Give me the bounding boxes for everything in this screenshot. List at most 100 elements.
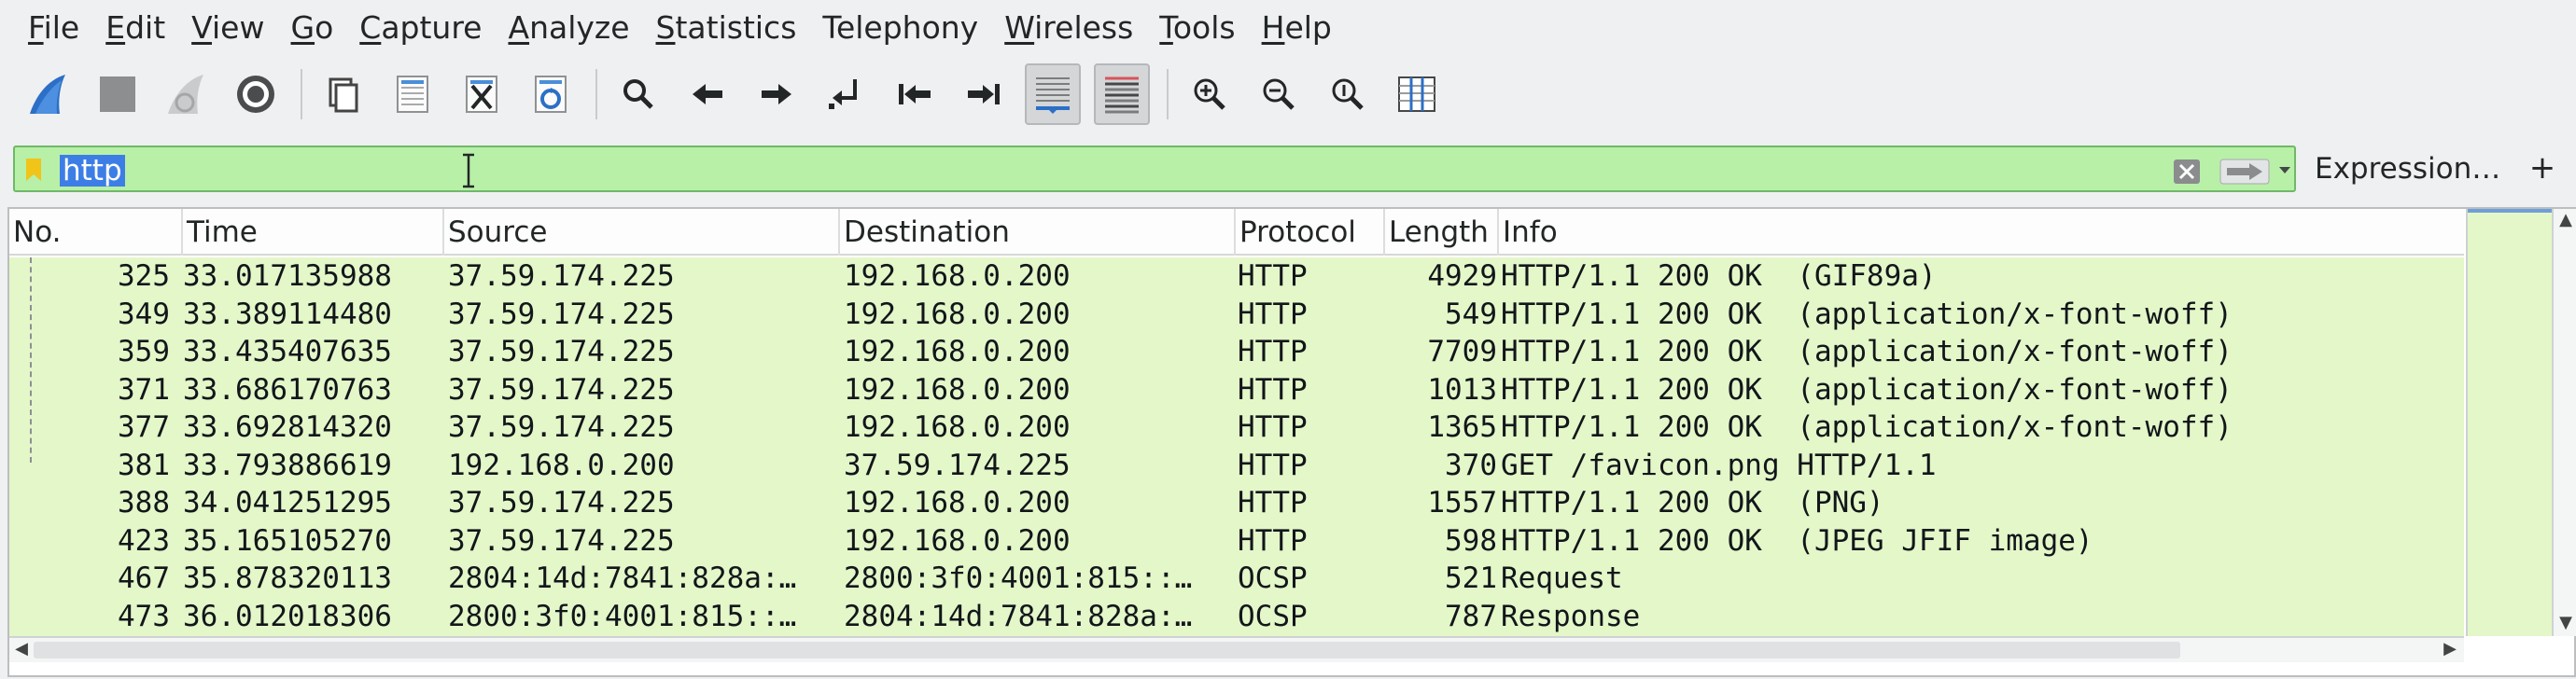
menu-wireless[interactable]: Wireless [991, 0, 1146, 56]
packet-destination: 2800:3f0:4001:815::… [844, 561, 1193, 595]
add-filter-button[interactable]: + [2520, 146, 2565, 192]
menu-telephony[interactable]: Telephony [809, 0, 991, 56]
packet-length: 1013 [1427, 372, 1497, 407]
go-back-button[interactable] [679, 63, 735, 125]
packet-time: 34.041251295 [183, 486, 392, 520]
menu-edit[interactable]: Edit [92, 0, 178, 56]
colorize-button[interactable] [1094, 63, 1150, 125]
packet-source: 192.168.0.200 [448, 448, 675, 482]
packet-destination: 192.168.0.200 [844, 297, 1071, 331]
scroll-right-icon[interactable]: ▶ [2442, 640, 2458, 658]
packet-info: Request [1501, 561, 1623, 595]
table-row[interactable]: 371 33.686170763 37.59.174.225 192.168.0.20… [9, 371, 2464, 409]
close-file-button[interactable] [454, 63, 510, 125]
restart-capture-button[interactable] [159, 63, 215, 125]
menu-mnemonic: F [28, 9, 44, 46]
apply-filter-arrow-icon[interactable] [2219, 159, 2270, 185]
table-row[interactable]: 377 33.692814320 37.59.174.225 192.168.0.20… [9, 409, 2464, 447]
scroll-down-icon[interactable]: ▼ [2557, 615, 2574, 631]
display-filter-input[interactable]: http [13, 146, 2296, 192]
horizontal-scroll-thumb[interactable] [34, 642, 2180, 658]
column-header-no[interactable]: No. [9, 209, 183, 256]
table-row[interactable]: 388 34.041251295 37.59.174.225 192.168.0.20… [9, 484, 2464, 522]
menu-label-rest: ile [43, 9, 80, 46]
packet-minimap[interactable] [2466, 209, 2554, 636]
packet-source: 2804:14d:7841:828a:… [448, 561, 797, 595]
bookmark-icon[interactable] [24, 157, 43, 183]
column-header-protocol[interactable]: Protocol [1236, 209, 1385, 256]
menu-file[interactable]: File [15, 0, 92, 56]
zoom-out-icon [1263, 78, 1295, 110]
packet-protocol: OCSP [1238, 561, 1308, 595]
first-packet-button[interactable] [887, 63, 943, 125]
stop-capture-button[interactable] [90, 63, 146, 125]
zoom-out-button[interactable] [1251, 63, 1307, 125]
packet-time: 33.389114480 [183, 297, 392, 331]
open-file-button[interactable] [315, 63, 371, 125]
packet-number: 359 [118, 335, 170, 368]
menu-go[interactable]: Go [277, 0, 346, 56]
resize-columns-button[interactable] [1389, 63, 1445, 125]
packet-protocol: HTTP [1238, 372, 1308, 407]
close-file-icon [466, 76, 497, 113]
go-to-packet-button[interactable] [818, 63, 874, 125]
scroll-left-icon[interactable]: ◀ [13, 640, 30, 658]
column-header-destination[interactable]: Destination [840, 209, 1236, 256]
text-cursor-icon [463, 153, 474, 188]
column-header-time[interactable]: Time [183, 209, 444, 256]
packet-protocol: OCSP [1238, 599, 1308, 633]
last-packet-button[interactable] [956, 63, 1012, 125]
capture-options-button[interactable] [228, 63, 284, 125]
menu-mnemonic: V [191, 9, 213, 46]
horizontal-scrollbar[interactable]: ◀ ▶ [9, 636, 2464, 662]
packet-time: 36.012018306 [183, 599, 392, 633]
table-row[interactable]: 325 33.017135988 37.59.174.225 192.168.0.20… [9, 257, 2464, 296]
go-to-packet-icon [829, 79, 857, 109]
start-capture-button[interactable] [21, 63, 77, 125]
menu-label-rest: tatistics [675, 9, 797, 46]
go-forward-button[interactable] [749, 63, 805, 125]
find-packet-button[interactable] [610, 63, 666, 125]
packet-destination: 192.168.0.200 [844, 372, 1071, 407]
save-file-button[interactable] [385, 63, 441, 125]
packet-source: 37.59.174.225 [448, 297, 675, 331]
display-filter-value[interactable]: http [60, 155, 125, 187]
column-header-info[interactable]: Info [1499, 209, 2464, 256]
filter-history-chevron-down-icon[interactable] [2277, 160, 2292, 179]
packet-info: HTTP/1.1 200 OK (GIF89a) [1501, 259, 1937, 293]
stop-square-icon [100, 76, 135, 112]
table-row[interactable]: 381 33.793886619 192.168.0.200 37.59.174.22… [9, 447, 2464, 485]
colorize-icon [1105, 76, 1139, 114]
packet-destination: 192.168.0.200 [844, 259, 1071, 293]
menu-help[interactable]: Help [1249, 0, 1345, 56]
vertical-scrollbar[interactable]: ▲ ▼ [2552, 209, 2576, 636]
zoom-normal-button[interactable] [1320, 63, 1376, 125]
packet-number: 423 [118, 523, 170, 558]
menu-view[interactable]: View [178, 0, 277, 56]
menu-mnemonic: E [105, 9, 126, 46]
expression-button[interactable]: Expression… [2309, 146, 2500, 192]
packet-length: 598 [1445, 523, 1497, 558]
scroll-up-icon[interactable]: ▲ [2557, 212, 2574, 229]
menu-capture[interactable]: Capture [346, 0, 495, 56]
packet-number: 381 [118, 448, 170, 482]
reload-file-button[interactable] [523, 63, 579, 125]
menu-statistics[interactable]: Statistics [643, 0, 810, 56]
packet-info: GET /favicon.png HTTP/1.1 [1501, 448, 1937, 482]
menu-label-rest: iew [212, 9, 265, 46]
packet-info: HTTP/1.1 200 OK (application/x-font-woff… [1501, 410, 2233, 444]
menu-analyze[interactable]: Analyze [495, 0, 642, 56]
table-row[interactable]: 359 33.435407635 37.59.174.225 192.168.0.20… [9, 333, 2464, 371]
zoom-in-button[interactable] [1182, 63, 1238, 125]
table-row[interactable]: 423 35.165105270 37.59.174.225 192.168.0.20… [9, 522, 2464, 561]
column-header-length[interactable]: Length [1385, 209, 1499, 256]
zoom-normal-icon [1332, 78, 1364, 110]
auto-scroll-button[interactable] [1025, 63, 1081, 125]
column-header-source[interactable]: Source [444, 209, 840, 256]
clear-filter-icon[interactable] [2173, 159, 2201, 185]
table-row[interactable]: 473 36.012018306 2800:3f0:4001:815::… 2804:… [9, 598, 2464, 636]
menu-tools[interactable]: Tools [1146, 0, 1248, 56]
menu-mnemonic: A [508, 9, 530, 46]
table-row[interactable]: 467 35.878320113 2804:14d:7841:828a:… 2800:… [9, 560, 2464, 598]
table-row[interactable]: 349 33.389114480 37.59.174.225 192.168.0.20… [9, 296, 2464, 334]
